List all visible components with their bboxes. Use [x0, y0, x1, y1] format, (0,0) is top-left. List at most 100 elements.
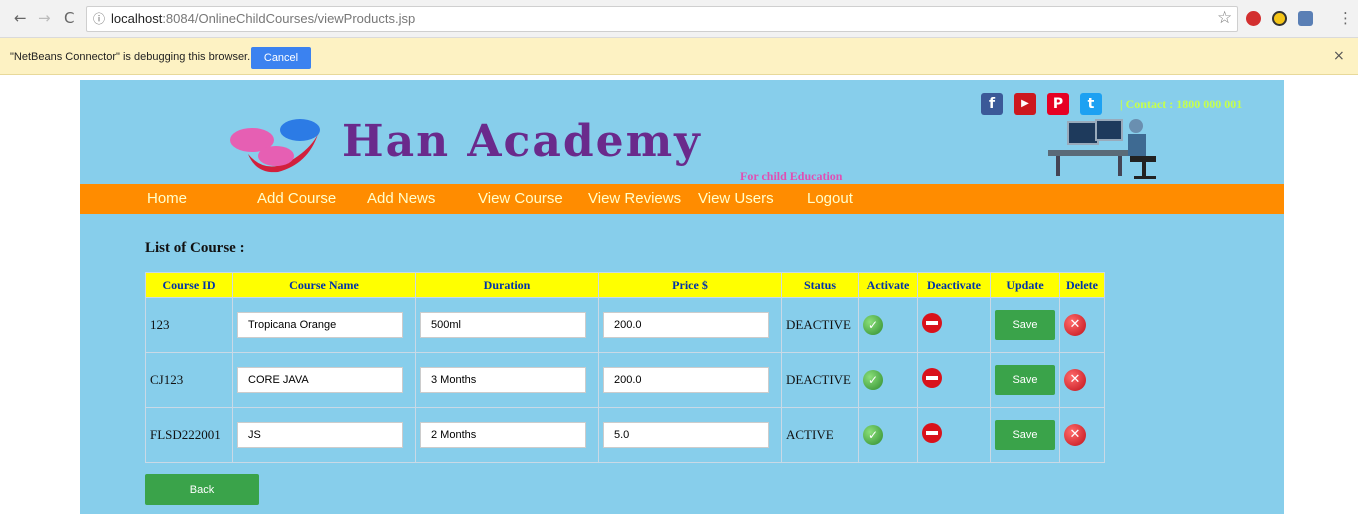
shield-extension-icon[interactable]	[1298, 11, 1313, 26]
duration-cell	[415, 352, 599, 408]
course-name-cell	[232, 407, 416, 463]
delete-x-icon[interactable]: ✕	[1064, 424, 1086, 446]
course-name-cell	[232, 297, 416, 353]
table-row: FLSD222001 ACTIVE ✓ Save ✕	[145, 407, 1105, 463]
update-cell: Save	[990, 297, 1060, 353]
browser-toolbar: ← → C ⓘ localhost:8084/OnlineChildCourse…	[0, 0, 1358, 38]
duration-cell	[415, 297, 599, 353]
activate-check-icon[interactable]: ✓	[863, 370, 883, 390]
course-name-input[interactable]	[237, 422, 403, 448]
back-arrow-icon[interactable]: ←	[14, 9, 27, 27]
forward-arrow-icon[interactable]: →	[38, 9, 51, 27]
update-cell: Save	[990, 407, 1060, 463]
delete-cell: ✕	[1059, 352, 1105, 408]
contact-number: | Contact : 1800 000 001	[1120, 97, 1243, 111]
pinterest-icon[interactable]: P	[1047, 93, 1069, 115]
header-delete: Delete	[1059, 272, 1105, 298]
nav-logout[interactable]: Logout	[807, 190, 853, 207]
computer-workstation-icon	[1048, 119, 1156, 179]
save-button[interactable]: Save	[995, 310, 1055, 340]
url-host: localhost	[111, 11, 163, 26]
close-infobar-icon[interactable]: ×	[1333, 48, 1345, 64]
header-activate: Activate	[858, 272, 918, 298]
delete-x-icon[interactable]: ✕	[1064, 314, 1086, 336]
debug-message: "NetBeans Connector" is debugging this b…	[10, 51, 251, 63]
page-container: f ▶ P t | Contact : 1800 000 001 Han Aca…	[80, 80, 1284, 514]
table-row: CJ123 DEACTIVE ✓ Save ✕	[145, 352, 1105, 408]
browser-menu-icon[interactable]: ⋮	[1338, 9, 1353, 27]
price-cell	[598, 352, 782, 408]
price-input[interactable]	[603, 367, 769, 393]
table-header-row: Course ID Course Name Duration Price $ S…	[145, 272, 1105, 298]
duration-input[interactable]	[420, 422, 586, 448]
facebook-icon[interactable]: f	[981, 93, 1003, 115]
price-cell	[598, 297, 782, 353]
page-title: List of Course :	[145, 240, 245, 256]
nav-view-users[interactable]: View Users	[698, 190, 774, 207]
nav-view-reviews[interactable]: View Reviews	[588, 190, 681, 207]
activate-check-icon[interactable]: ✓	[863, 425, 883, 445]
activate-cell: ✓	[858, 297, 918, 353]
delete-x-icon[interactable]: ✕	[1064, 369, 1086, 391]
nav-add-course[interactable]: Add Course	[257, 190, 336, 207]
nav-view-course[interactable]: View Course	[478, 190, 563, 207]
activate-cell: ✓	[858, 407, 918, 463]
bookmark-star-icon[interactable]: ☆	[1217, 8, 1232, 28]
course-id: CJ123	[145, 352, 233, 408]
header-course-name: Course Name	[232, 272, 416, 298]
duration-input[interactable]	[420, 312, 586, 338]
course-id: FLSD222001	[145, 407, 233, 463]
extension-icon[interactable]	[1272, 11, 1287, 26]
deactivate-stop-icon[interactable]	[922, 313, 942, 333]
course-name-input[interactable]	[237, 312, 403, 338]
address-bar[interactable]: ⓘ localhost:8084/OnlineChildCourses/view…	[86, 6, 1238, 32]
header-status: Status	[781, 272, 859, 298]
twitter-icon[interactable]: t	[1080, 93, 1102, 115]
header-duration: Duration	[415, 272, 599, 298]
main-content: List of Course : Course ID Course Name D…	[80, 214, 1284, 514]
header-deactivate: Deactivate	[917, 272, 991, 298]
main-nav: Home Add Course Add News View Course Vie…	[80, 184, 1284, 214]
delete-cell: ✕	[1059, 407, 1105, 463]
save-button[interactable]: Save	[995, 420, 1055, 450]
course-name-cell	[232, 352, 416, 408]
price-input[interactable]	[603, 312, 769, 338]
price-cell	[598, 407, 782, 463]
activate-cell: ✓	[858, 352, 918, 408]
duration-cell	[415, 407, 599, 463]
delete-cell: ✕	[1059, 297, 1105, 353]
save-button[interactable]: Save	[995, 365, 1055, 395]
nav-add-news[interactable]: Add News	[367, 190, 435, 207]
site-header: f ▶ P t | Contact : 1800 000 001 Han Aca…	[80, 80, 1284, 184]
course-name-input[interactable]	[237, 367, 403, 393]
brand-name: Han Academy	[342, 116, 702, 167]
deactivate-stop-icon[interactable]	[922, 368, 942, 388]
activate-check-icon[interactable]: ✓	[863, 315, 883, 335]
url-text[interactable]: localhost:8084/OnlineChildCourses/viewPr…	[111, 11, 415, 26]
academy-logo-icon	[230, 119, 320, 173]
course-table: Course ID Course Name Duration Price $ S…	[145, 272, 1105, 463]
info-icon[interactable]: ⓘ	[93, 10, 105, 27]
cancel-debug-button[interactable]: Cancel	[251, 47, 311, 69]
course-id: 123	[145, 297, 233, 353]
deactivate-cell	[917, 352, 991, 408]
nav-home[interactable]: Home	[147, 190, 187, 207]
header-update: Update	[990, 272, 1060, 298]
duration-input[interactable]	[420, 367, 586, 393]
price-input[interactable]	[603, 422, 769, 448]
youtube-icon[interactable]: ▶	[1014, 93, 1036, 115]
deactivate-cell	[917, 297, 991, 353]
header-price: Price $	[598, 272, 782, 298]
status-text: DEACTIVE	[781, 297, 859, 353]
back-button[interactable]: Back	[145, 474, 259, 505]
brand-tagline: For child Education	[740, 169, 843, 183]
table-row: 123 DEACTIVE ✓ Save ✕	[145, 297, 1105, 353]
deactivate-stop-icon[interactable]	[922, 423, 942, 443]
reload-icon[interactable]: C	[64, 9, 74, 27]
update-cell: Save	[990, 352, 1060, 408]
adblock-extension-icon[interactable]	[1246, 11, 1261, 26]
status-text: ACTIVE	[781, 407, 859, 463]
status-text: DEACTIVE	[781, 352, 859, 408]
url-path: :8084/OnlineChildCourses/viewProducts.js…	[162, 11, 416, 26]
header-course-id: Course ID	[145, 272, 233, 298]
